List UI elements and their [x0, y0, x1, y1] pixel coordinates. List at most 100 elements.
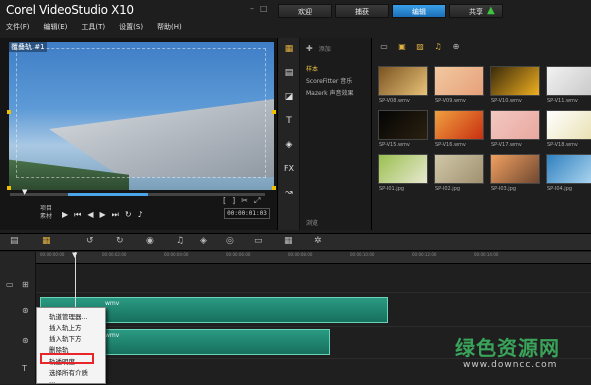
- overlay-track-icon[interactable]: ⊛: [22, 306, 29, 315]
- fullscreen-icon[interactable]: ⤢: [254, 196, 260, 206]
- tab-welcome[interactable]: 欢迎: [278, 4, 332, 18]
- media-thumbnail[interactable]: SP-V18.wmv: [546, 110, 591, 148]
- path-icon[interactable]: ↝: [282, 188, 296, 202]
- resize-handle[interactable]: [272, 110, 276, 114]
- window-controls: – □: [250, 4, 268, 13]
- playhead-knob-icon[interactable]: ▼: [72, 251, 77, 259]
- show-audio-icon[interactable]: ♫: [432, 42, 444, 52]
- menu-tools[interactable]: 工具(T): [81, 22, 105, 32]
- minimize-icon[interactable]: –: [250, 4, 254, 13]
- add-folder-button[interactable]: ✚ 添加: [306, 44, 331, 53]
- play-icon[interactable]: ▶: [62, 210, 68, 220]
- storyboard-view-icon[interactable]: ▤: [10, 236, 19, 246]
- filter-icon[interactable]: FX: [282, 164, 296, 178]
- media-icon[interactable]: ▦: [282, 44, 296, 58]
- tab-capture[interactable]: 捕获: [335, 4, 389, 18]
- resize-handle[interactable]: [7, 110, 11, 114]
- menu-bar: 文件(F) 编辑(E) 工具(T) 设置(S) 帮助(H): [6, 22, 182, 32]
- trim-selection[interactable]: [68, 193, 148, 196]
- media-thumbnail[interactable]: SP-V17.wmv: [490, 110, 540, 148]
- title-icon[interactable]: T: [282, 116, 296, 130]
- project-clip-toggle[interactable]: 项目 素材: [40, 205, 52, 221]
- timeline-view-icon[interactable]: ▦: [42, 236, 51, 246]
- sort-icon[interactable]: ⊕: [450, 42, 462, 52]
- menu-edit[interactable]: 编辑(E): [44, 22, 68, 32]
- subtitle-editor-icon[interactable]: ▭: [254, 236, 263, 246]
- graphic-icon[interactable]: ◈: [282, 140, 296, 154]
- media-thumbnail[interactable]: SP-V10.wmv: [490, 66, 540, 104]
- media-thumbnail-grid: SP-V08.wmv SP-V09.wmv SP-V10.wmv SP-V11.wmv…: [378, 66, 591, 192]
- media-thumbnail[interactable]: SP-V08.wmv: [378, 66, 428, 104]
- record-capture-icon[interactable]: ◉: [146, 236, 154, 246]
- thumbnail-caption: SP-V11.wmv: [547, 98, 578, 104]
- title-track-icon[interactable]: T: [22, 364, 27, 373]
- resize-handle[interactable]: [272, 186, 276, 190]
- maximize-icon[interactable]: □: [260, 4, 268, 13]
- show-video-icon[interactable]: ▣: [396, 42, 408, 52]
- thumbnail-caption: SP-V09.wmv: [435, 98, 466, 104]
- prev-frame-icon[interactable]: ◀: [87, 210, 93, 220]
- folder-scorefitter[interactable]: ScoreFitter 音乐: [306, 76, 352, 85]
- multi-camera-icon[interactable]: ▦: [284, 236, 293, 246]
- scrub-knob-icon[interactable]: ▼: [22, 188, 27, 196]
- thumbnail-caption: SP-V17.wmv: [491, 142, 522, 148]
- redo-icon[interactable]: ↻: [116, 236, 124, 246]
- overlay-track-2-icon[interactable]: ⊛: [22, 336, 29, 345]
- track-header-column: ▭ ⊞ ⊛ ⊛ T: [0, 252, 36, 384]
- menu-file[interactable]: 文件(F): [6, 22, 30, 32]
- menu-help[interactable]: 帮助(H): [157, 22, 182, 32]
- watermark-url: www.downcc.com: [463, 360, 558, 370]
- mark-in-icon[interactable]: [: [223, 196, 226, 206]
- home-icon[interactable]: ⏮: [74, 210, 81, 220]
- menu-insert-track-below[interactable]: 插入轨下方: [49, 333, 82, 343]
- volume-icon[interactable]: ♪: [138, 210, 143, 220]
- media-thumbnail[interactable]: SP-I02.jpg: [434, 154, 484, 192]
- project-label[interactable]: 项目: [40, 205, 52, 213]
- media-thumbnail[interactable]: SP-I01.jpg: [378, 154, 428, 192]
- mark-out-icon[interactable]: ]: [232, 196, 235, 206]
- video-track-icon[interactable]: ▭: [6, 280, 14, 289]
- ruler-tick-label: 00:00:02:00: [102, 252, 127, 257]
- auto-music-icon[interactable]: ◈: [200, 236, 207, 246]
- resize-handle[interactable]: [7, 186, 11, 190]
- show-photo-icon[interactable]: ▨: [414, 42, 426, 52]
- next-frame-icon[interactable]: ▶: [100, 210, 106, 220]
- thumbnail-caption: SP-V18.wmv: [547, 142, 578, 148]
- clip-label[interactable]: 素材: [40, 213, 52, 221]
- end-icon[interactable]: ⏭: [112, 210, 119, 220]
- smart-package-icon[interactable]: ✲: [314, 236, 322, 246]
- folder-samples[interactable]: 样本: [306, 64, 318, 73]
- menu-settings[interactable]: 设置(S): [119, 22, 143, 32]
- motion-tracking-icon[interactable]: ◎: [226, 236, 234, 246]
- media-thumbnail[interactable]: SP-V09.wmv: [434, 66, 484, 104]
- folder-mazerk[interactable]: Mazerk 声音效果: [306, 88, 354, 97]
- overlay-track-label: 覆叠轨 #1: [9, 42, 47, 52]
- repeat-icon[interactable]: ↻: [125, 210, 132, 220]
- media-thumbnail[interactable]: SP-I03.jpg: [490, 154, 540, 192]
- browse-button[interactable]: 浏览: [306, 218, 318, 227]
- ruler-tick-label: 00:00:12:00: [412, 252, 437, 257]
- instant-project-icon[interactable]: ▤: [282, 68, 296, 82]
- library-folder-list: ✚ 添加 样本 ScoreFitter 音乐 Mazerk 声音效果: [300, 38, 372, 230]
- folder-icon[interactable]: ▭: [378, 42, 390, 52]
- media-thumbnail[interactable]: SP-V15.wmv: [378, 110, 428, 148]
- track-lock-icon[interactable]: ⊞: [22, 280, 29, 289]
- ruler-tick-label: 00:00:04:00: [164, 252, 189, 257]
- thumbnail-caption: SP-V10.wmv: [491, 98, 522, 104]
- cut-icon[interactable]: ✂: [241, 196, 248, 206]
- menu-track-manager[interactable]: 轨道管理器...: [49, 311, 88, 321]
- menu-insert-track-above[interactable]: 插入轨上方: [49, 322, 82, 332]
- undo-icon[interactable]: ↺: [86, 236, 94, 246]
- transition-icon[interactable]: ◪: [282, 92, 296, 106]
- media-thumbnail[interactable]: SP-I04.jpg: [546, 154, 591, 192]
- upload-arrow-icon[interactable]: ▲: [487, 5, 495, 16]
- sound-mixer-icon[interactable]: ♫: [176, 236, 184, 246]
- menu-select-all-media[interactable]: 选择所有介质: [49, 367, 88, 377]
- tab-edit[interactable]: 编辑: [392, 4, 446, 18]
- media-thumbnail[interactable]: SP-V16.wmv: [434, 110, 484, 148]
- timecode-display[interactable]: 00:00:01:03: [224, 208, 270, 219]
- thumbnail-caption: SP-V08.wmv: [379, 98, 410, 104]
- track-context-menu: 轨道管理器... 插入轨上方 插入轨下方 删除轨 轨透明度 选择所有介质 ...: [36, 307, 106, 385]
- track-divider: [36, 292, 591, 293]
- media-thumbnail[interactable]: SP-V11.wmv: [546, 66, 591, 104]
